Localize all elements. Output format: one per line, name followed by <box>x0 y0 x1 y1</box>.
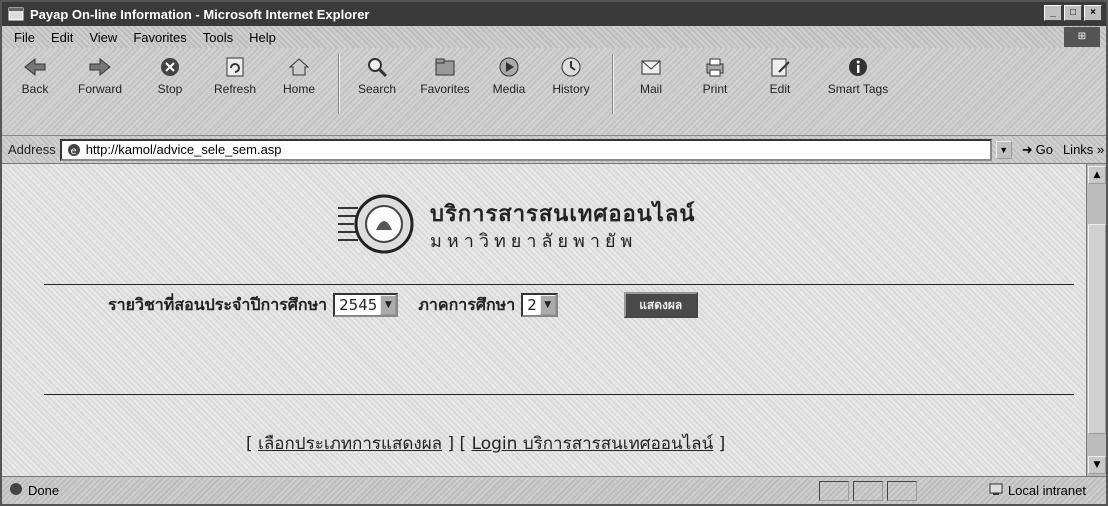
status-pane <box>819 480 850 501</box>
refresh-button[interactable]: Refresh <box>204 54 266 96</box>
standard-toolbar: Back Forward Stop Refresh Home Search Fa… <box>2 48 1106 136</box>
university-seal-icon <box>338 194 414 254</box>
go-button[interactable]: ➜ Go <box>1022 142 1053 158</box>
menu-bar: File Edit View Favorites Tools Help ⊞ <box>2 26 1106 48</box>
toolbar-separator <box>338 54 340 114</box>
scroll-up-icon[interactable]: ▲ <box>1088 166 1106 184</box>
intranet-icon <box>988 481 1004 500</box>
university-banner: บริการสารสนเทศออนไลน์ มหาวิทยาลัยพายัพ <box>338 186 738 262</box>
status-pane <box>887 480 918 501</box>
edit-icon <box>767 54 793 80</box>
favorites-button[interactable]: Favorites <box>412 54 478 96</box>
media-button[interactable]: Media <box>482 54 536 96</box>
vertical-scrollbar[interactable]: ▲ ▼ <box>1086 164 1106 476</box>
svg-text:e: e <box>70 146 76 157</box>
menu-edit[interactable]: Edit <box>51 30 73 45</box>
chevron-down-icon: ▼ <box>539 295 556 315</box>
toolbar-separator <box>612 54 614 114</box>
year-select[interactable]: 2545 ▼ <box>333 293 399 317</box>
ie-page-icon: e <box>66 142 82 158</box>
mail-button[interactable]: Mail <box>620 54 682 96</box>
page-links: [ เลือกประเภทการแสดงผล ] [ Login บริการส… <box>246 434 726 454</box>
print-icon <box>702 54 728 80</box>
address-url: http://kamol/advice_sele_sem.asp <box>85 142 282 157</box>
banner-subtitle: มหาวิทยาลัยพายัพ <box>430 231 638 252</box>
search-form: รายวิชาที่สอนประจำปีการศึกษา 2545 ▼ ภาคก… <box>108 292 698 318</box>
links-button[interactable]: Links » <box>1063 142 1104 157</box>
search-button[interactable]: Search <box>346 54 408 96</box>
menu-tools[interactable]: Tools <box>203 30 233 45</box>
refresh-icon <box>222 54 248 80</box>
chevron-down-icon: ▼ <box>380 295 397 315</box>
home-button[interactable]: Home <box>270 54 328 96</box>
search-icon <box>364 54 390 80</box>
window-title: Payap On-line Information - Microsoft In… <box>30 6 370 22</box>
page-done-icon <box>8 481 24 500</box>
divider <box>44 284 1074 285</box>
history-button[interactable]: History <box>540 54 602 96</box>
media-icon <box>496 54 522 80</box>
display-type-link[interactable]: เลือกประเภทการแสดงผล <box>258 434 442 454</box>
divider <box>44 394 1074 395</box>
status-text: Done <box>28 483 60 498</box>
address-input[interactable]: e http://kamol/advice_sele_sem.asp <box>59 138 992 161</box>
year-label: รายวิชาที่สอนประจำปีการศึกษา <box>108 294 328 314</box>
page-content: บริการสารสนเทศออนไลน์ มหาวิทยาลัยพายัพ ร… <box>2 164 1088 476</box>
semester-select[interactable]: 2 ▼ <box>521 293 558 317</box>
history-icon <box>558 54 584 80</box>
mail-icon <box>638 54 664 80</box>
info-icon <box>845 54 871 80</box>
login-link[interactable]: Login บริการสารสนเทศออนไลน์ <box>472 434 714 454</box>
ie-window-icon <box>8 6 24 22</box>
stop-button[interactable]: Stop <box>140 54 200 96</box>
address-label: Address <box>8 142 56 157</box>
stop-icon <box>157 54 183 80</box>
address-dropdown-button[interactable]: ▼ <box>995 140 1012 159</box>
semester-label: ภาคการศึกษา <box>418 294 516 314</box>
scroll-thumb[interactable] <box>1088 224 1106 434</box>
maximize-button[interactable]: □ <box>1064 5 1082 21</box>
menu-help[interactable]: Help <box>249 30 276 45</box>
home-icon <box>286 54 312 80</box>
print-button[interactable]: Print <box>686 54 744 96</box>
minimize-button[interactable]: _ <box>1044 5 1062 21</box>
chevron-right-icon: » <box>1096 142 1105 157</box>
close-button[interactable]: × <box>1084 5 1102 21</box>
menu-file[interactable]: File <box>14 30 35 45</box>
title-bar: Payap On-line Information - Microsoft In… <box>2 2 1106 26</box>
browser-window: Payap On-line Information - Microsoft In… <box>0 0 1108 506</box>
back-arrow-icon <box>22 54 48 80</box>
edit-button[interactable]: Edit <box>748 54 812 96</box>
address-bar: Address e http://kamol/advice_sele_sem.a… <box>2 136 1106 164</box>
forward-arrow-icon <box>87 54 113 80</box>
forward-button[interactable]: Forward <box>64 54 136 96</box>
status-pane <box>853 480 884 501</box>
go-arrow-icon: ➜ <box>1021 141 1033 157</box>
smart-tags-button[interactable]: Smart Tags <box>816 54 900 96</box>
scroll-down-icon[interactable]: ▼ <box>1088 456 1106 474</box>
menu-favorites[interactable]: Favorites <box>133 30 186 45</box>
security-zone: Local intranet <box>988 481 1086 500</box>
status-bar: Done Local intranet <box>2 476 1106 504</box>
favorites-icon <box>432 54 458 80</box>
back-button[interactable]: Back <box>10 54 60 96</box>
submit-button[interactable]: แสดงผล <box>623 292 698 318</box>
menu-view[interactable]: View <box>89 30 117 45</box>
windows-logo-icon: ⊞ <box>1064 27 1100 47</box>
